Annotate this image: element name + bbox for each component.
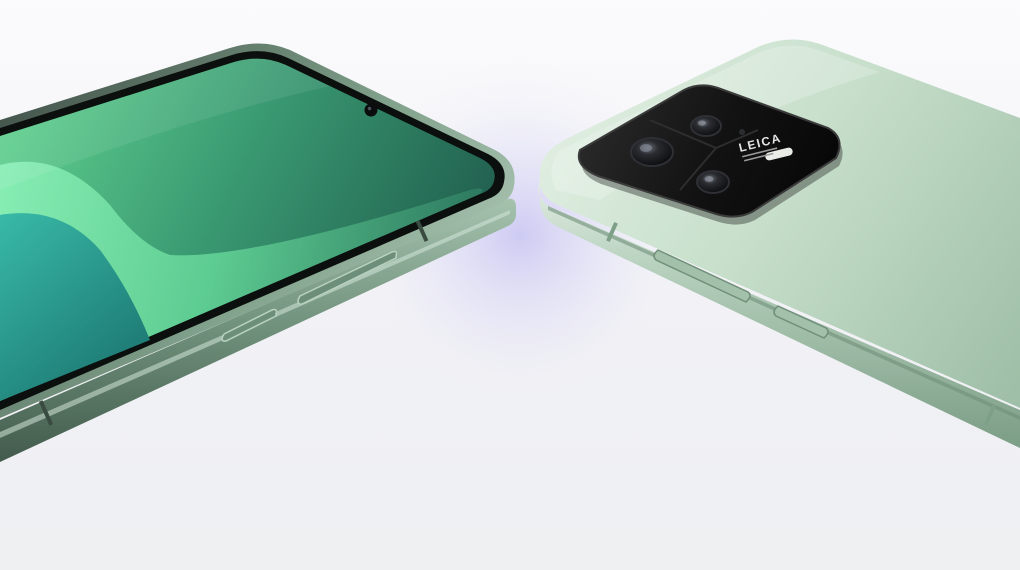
telephoto-lens-glint (704, 176, 714, 182)
front-camera-icon (364, 103, 378, 117)
sensor-dot-icon (739, 129, 745, 135)
main-lens-icon (630, 137, 674, 167)
product-photo: LEICA (0, 0, 1020, 570)
ultrawide-lens-glint (698, 120, 706, 126)
product-photo-svg: LEICA (0, 0, 1020, 570)
ultrawide-lens-icon (690, 115, 722, 137)
main-lens-glint (640, 144, 652, 152)
telephoto-lens-icon (696, 170, 730, 194)
front-camera-lens-glint (367, 106, 372, 111)
